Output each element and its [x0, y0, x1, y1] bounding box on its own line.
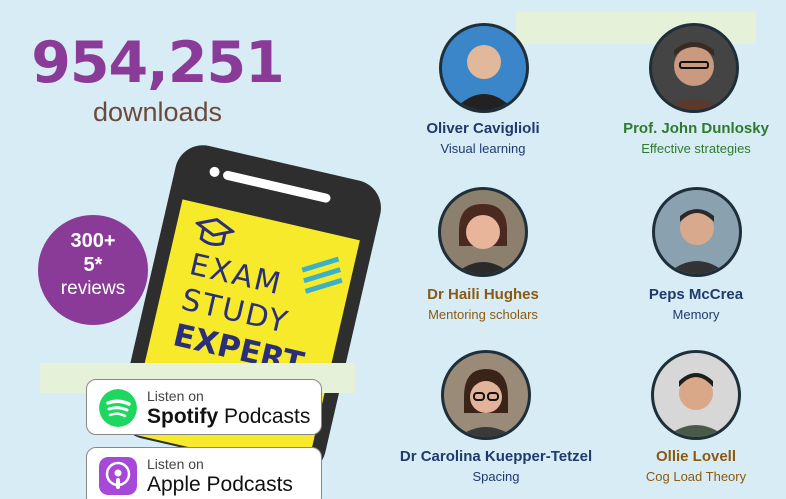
- expert-card-2: Prof. John Dunlosky Effective strategies: [614, 120, 778, 158]
- avatar-oliver-caviglioli: [439, 23, 529, 113]
- badge-count: 300+: [70, 230, 116, 252]
- avatar-john-dunlosky: [649, 23, 739, 113]
- expert-topic: Cog Load Theory: [645, 469, 747, 484]
- apple-prefix: Listen on: [147, 456, 204, 472]
- apple-label: Apple Podcasts: [147, 473, 293, 496]
- expert-card-3: Dr Haili Hughes Mentoring scholars: [403, 286, 563, 324]
- apple-podcasts-icon: [99, 457, 137, 495]
- spotify-prefix: Listen on: [147, 388, 204, 404]
- avatar-peps-mccrea: [652, 187, 742, 277]
- expert-name: Prof. John Dunlosky: [623, 120, 769, 137]
- expert-name: Oliver Caviglioli: [426, 120, 540, 137]
- expert-topic: Visual learning: [440, 141, 526, 156]
- badge-stars: 5*: [83, 254, 103, 276]
- phone-camera: [208, 165, 221, 178]
- spotify-podcasts-button[interactable]: Listen on Spotify Podcasts: [86, 379, 322, 435]
- expert-topic: Effective strategies: [641, 141, 751, 156]
- spotify-icon: [99, 389, 137, 427]
- downloads-count: 954,251: [31, 30, 285, 96]
- expert-card-5: Dr Carolina Kuepper-Tetzel Spacing: [396, 448, 596, 486]
- apple-podcasts-button[interactable]: Listen on Apple Podcasts: [86, 447, 322, 499]
- avatar-carolina-kuepper-tetzel: [441, 350, 531, 440]
- expert-card-4: Peps McCrea Memory: [616, 286, 776, 324]
- spotify-label: Spotify Podcasts: [147, 405, 311, 428]
- expert-topic: Memory: [672, 307, 720, 322]
- avatar-ollie-lovell: [651, 350, 741, 440]
- badge-reviews: reviews: [60, 278, 126, 299]
- expert-name: Dr Carolina Kuepper-Tetzel: [399, 448, 593, 465]
- expert-name: Dr Haili Hughes: [427, 286, 539, 303]
- expert-name: Ollie Lovell: [655, 448, 737, 465]
- expert-card-6: Ollie Lovell Cog Load Theory: [614, 448, 778, 486]
- expert-name: Peps McCrea: [648, 286, 744, 303]
- expert-card-1: Oliver Caviglioli Visual learning: [403, 120, 563, 158]
- reviews-badge: 300+ 5* reviews: [38, 215, 148, 325]
- expert-topic: Spacing: [472, 469, 520, 484]
- promo-canvas: 954,251 downloads EXAM STUDY EXPERT 300+…: [0, 0, 786, 499]
- phone-speaker: [222, 169, 332, 204]
- avatar-haili-hughes: [438, 187, 528, 277]
- downloads-label: downloads: [92, 97, 223, 127]
- expert-topic: Mentoring scholars: [428, 307, 538, 322]
